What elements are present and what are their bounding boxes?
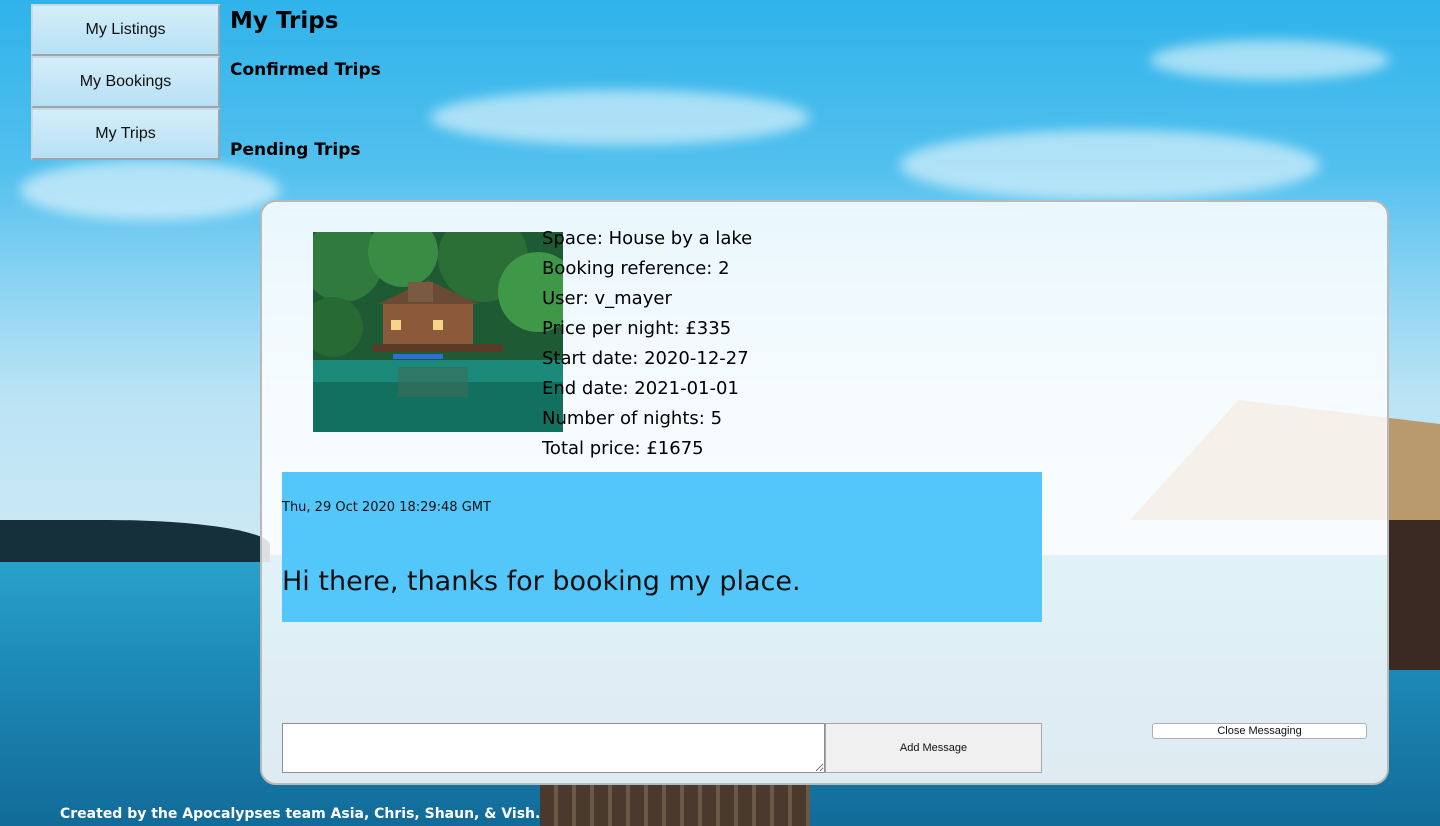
space-photo (313, 232, 563, 432)
footer-credits: Created by the Apocalypses team Asia, Ch… (60, 806, 541, 822)
booking-details: Space: House by a lake Booking reference… (542, 224, 752, 464)
beach-hut (1388, 520, 1440, 670)
start-date: Start date: 2020-12-27 (542, 348, 749, 369)
message-timestamp: Thu, 29 Oct 2020 18:29:48 GMT (282, 500, 491, 515)
pending-trips-heading: Pending Trips (230, 140, 361, 160)
message-text: Hi there, thanks for booking my place. (282, 566, 801, 597)
end-date: End date: 2021-01-01 (542, 378, 739, 399)
messaging-panel: Space: House by a lake Booking reference… (260, 200, 1389, 785)
message-bubble: Thu, 29 Oct 2020 18:29:48 GMT Hi there, … (282, 472, 1042, 622)
wooden-pier (540, 784, 810, 826)
number-of-nights: Number of nights: 5 (542, 408, 723, 429)
nav-my-bookings-button[interactable]: My Bookings (31, 56, 220, 108)
page-title: My Trips (230, 8, 339, 34)
space-name: Space: House by a lake (542, 228, 753, 249)
close-messaging-button[interactable]: Close Messaging (1152, 723, 1367, 739)
booking-user: User: v_mayer (542, 288, 672, 309)
house-by-lake-image (313, 232, 563, 432)
nav-my-listings-button[interactable]: My Listings (31, 4, 220, 56)
booking-reference: Booking reference: 2 (542, 258, 730, 279)
cloud (900, 130, 1320, 200)
cloud (1150, 40, 1390, 80)
cloud (430, 90, 810, 145)
message-input[interactable] (282, 723, 825, 773)
cloud (20, 160, 280, 220)
add-message-button[interactable]: Add Message (825, 723, 1042, 773)
confirmed-trips-heading: Confirmed Trips (230, 60, 381, 80)
total-price: Total price: £1675 (542, 438, 704, 459)
sidebar-nav: My Listings My Bookings My Trips (31, 4, 220, 160)
price-per-night: Price per night: £335 (542, 318, 732, 339)
nav-my-trips-button[interactable]: My Trips (31, 108, 220, 160)
